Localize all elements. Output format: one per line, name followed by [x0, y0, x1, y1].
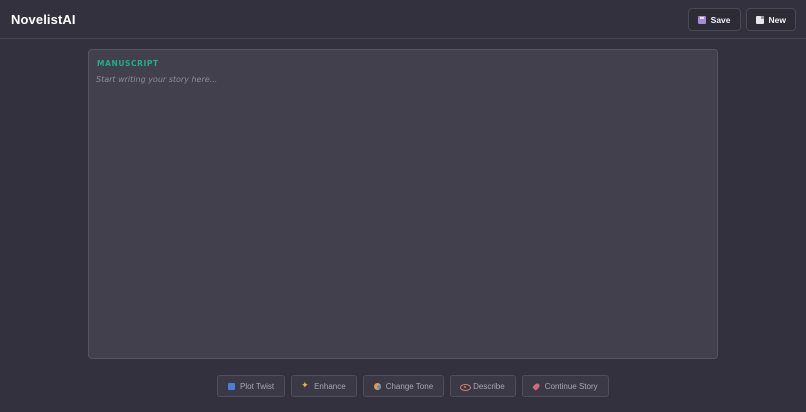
floppy-disk-icon — [697, 15, 706, 24]
plot-twist-button[interactable]: Plot Twist — [217, 375, 286, 397]
toolbar: Save New — [687, 8, 796, 31]
describe-label: Describe — [473, 381, 505, 391]
describe-button[interactable]: Describe — [450, 375, 516, 397]
masks-icon — [373, 382, 381, 390]
save-button-label: Save — [710, 14, 731, 25]
manuscript-textarea[interactable] — [96, 75, 710, 350]
sparkles-icon — [301, 380, 309, 391]
continue-story-label: Continue Story — [544, 381, 598, 391]
app-title: NovelistAI — [11, 12, 76, 27]
change-tone-label: Change Tone — [385, 381, 434, 391]
ai-tools-bar: Plot Twist Enhance Change Tone Describe … — [217, 375, 609, 397]
change-tone-button[interactable]: Change Tone — [362, 375, 445, 397]
save-button[interactable]: Save — [687, 8, 741, 31]
new-button-label: New — [768, 14, 786, 25]
enhance-button[interactable]: Enhance — [291, 375, 357, 397]
manuscript-label: MANUSCRIPT — [97, 59, 159, 68]
enhance-label: Enhance — [314, 381, 346, 391]
continue-story-button[interactable]: Continue Story — [521, 375, 609, 397]
top-bar: NovelistAI Save New — [0, 0, 806, 39]
new-button[interactable]: New — [745, 8, 796, 31]
plot-twist-icon — [228, 382, 235, 390]
eye-icon — [460, 383, 472, 391]
plot-twist-label: Plot Twist — [240, 381, 275, 391]
document-icon — [755, 15, 764, 24]
rocket-icon — [533, 383, 540, 390]
manuscript-panel: MANUSCRIPT — [88, 49, 718, 359]
